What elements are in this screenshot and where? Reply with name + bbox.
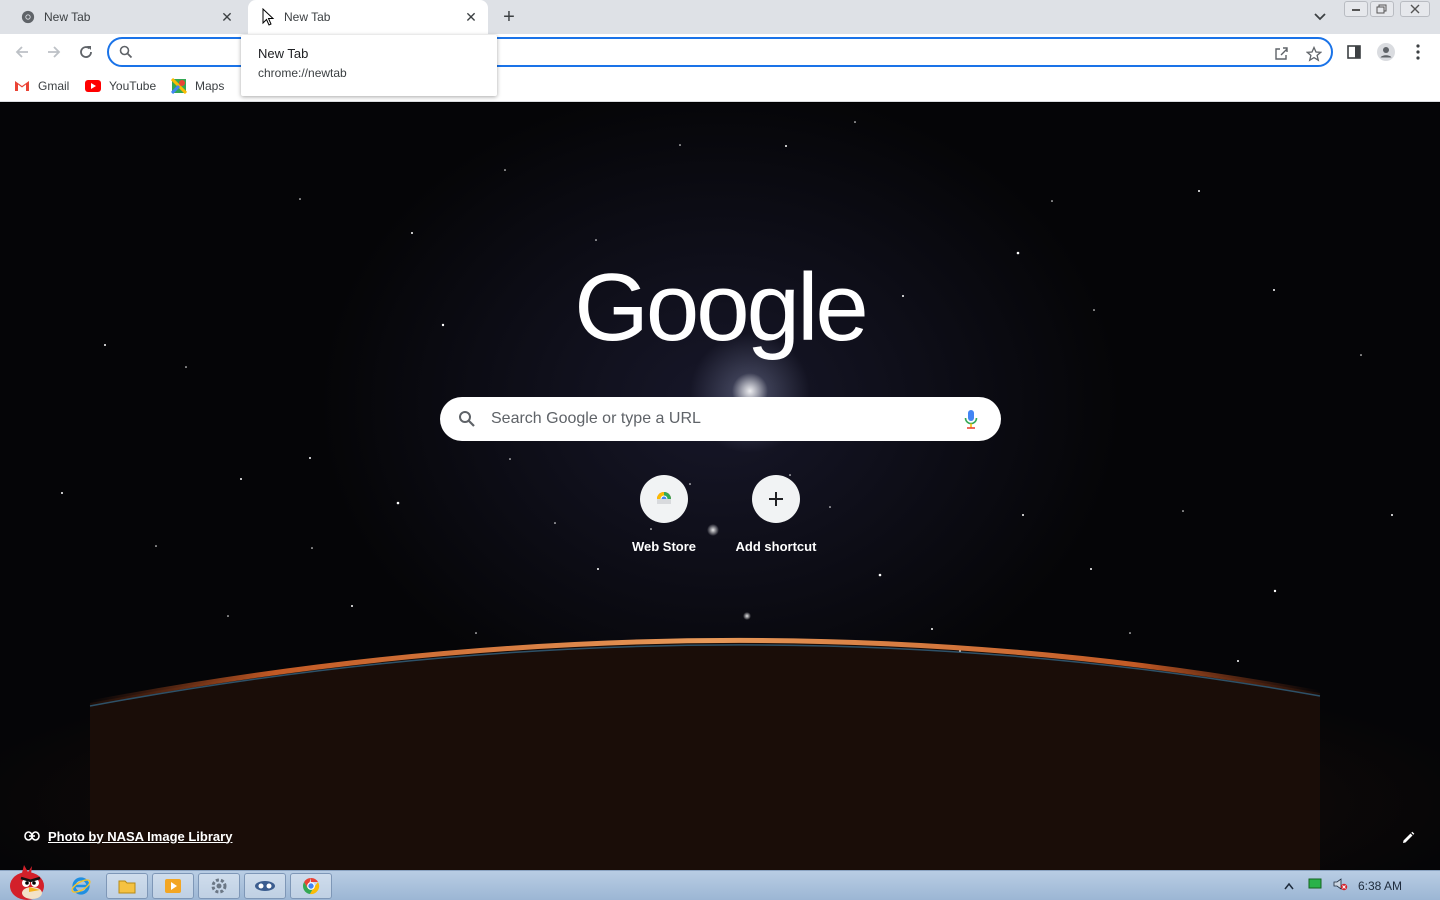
share-icon[interactable] <box>1272 45 1290 63</box>
menu-button[interactable] <box>1408 42 1428 62</box>
chrome-web-store-icon <box>657 492 671 504</box>
taskbar-file-explorer[interactable] <box>106 873 148 899</box>
tab-1[interactable]: New Tab ✕ <box>8 0 244 34</box>
tab-hover-card: New Tab chrome://newtab <box>241 35 497 96</box>
bookmark-star-icon[interactable] <box>1305 45 1323 63</box>
maps-icon <box>171 78 187 94</box>
tab-title: New Tab <box>284 10 331 24</box>
start-button[interactable] <box>2 863 50 900</box>
angry-birds-start-icon <box>10 865 44 900</box>
shortcut-web-store[interactable]: Web Store <box>608 475 720 565</box>
search-placeholder: Search Google or type a URL <box>491 410 701 427</box>
minimize-button[interactable] <box>1344 1 1368 17</box>
taskbar-internet-explorer[interactable] <box>60 873 102 899</box>
shortcut-label: Add shortcut <box>735 539 817 554</box>
hover-card-url: chrome://newtab <box>258 66 347 80</box>
chrome-icon <box>302 877 320 895</box>
link-icon <box>24 831 40 841</box>
forward-button[interactable] <box>42 40 66 64</box>
toolbar <box>0 34 1440 70</box>
chevron-down-icon <box>1314 13 1326 21</box>
taskbar-app[interactable] <box>244 873 286 899</box>
bookmark-gmail[interactable]: Gmail <box>14 76 69 96</box>
gmail-icon <box>14 78 30 94</box>
search-icon <box>458 410 476 433</box>
profile-button[interactable] <box>1376 42 1396 62</box>
taskbar-chrome[interactable] <box>290 873 332 899</box>
side-panel-icon <box>1347 45 1361 59</box>
bookmark-label: Maps <box>195 79 225 93</box>
shortcut-tile <box>752 475 800 523</box>
close-icon <box>1410 4 1420 14</box>
system-tray <box>1284 871 1348 900</box>
taskbar: 6:38 AM <box>0 865 1440 900</box>
pencil-icon <box>1403 831 1415 843</box>
chrome-icon <box>20 9 36 25</box>
chevron-up-icon <box>1284 882 1294 890</box>
attribution-text: Photo by NASA Image Library <box>48 828 233 844</box>
photo-attribution-link[interactable]: Photo by NASA Image Library <box>24 826 232 846</box>
shortcut-label: Web Store <box>631 539 697 554</box>
media-player-icon <box>165 879 181 893</box>
show-hidden-icons-button[interactable] <box>1284 877 1294 895</box>
side-panel-button[interactable] <box>1344 42 1364 62</box>
youtube-icon <box>85 78 101 94</box>
shortcut-tile <box>640 475 688 523</box>
tab-2[interactable]: New Tab ✕ <box>248 0 488 34</box>
back-button[interactable] <box>10 40 34 64</box>
reload-button[interactable] <box>74 40 98 64</box>
close-tab-button[interactable]: ✕ <box>218 8 236 26</box>
minimize-icon <box>1352 9 1360 11</box>
bookmark-label: Gmail <box>38 79 70 93</box>
network-icon[interactable] <box>1308 877 1322 895</box>
bookmark-youtube[interactable]: YouTube <box>85 76 156 96</box>
ntp-search-box[interactable]: Search Google or type a URL <box>440 397 1001 441</box>
volume-muted-icon[interactable] <box>1332 877 1348 896</box>
voice-search-icon[interactable] <box>960 408 982 430</box>
bookmark-label: YouTube <box>109 79 157 93</box>
taskbar-settings[interactable] <box>198 873 240 899</box>
google-logo: Google <box>574 254 869 361</box>
more-vert-icon <box>1416 44 1420 60</box>
tab-title: New Tab <box>44 10 91 24</box>
window-close-button[interactable] <box>1400 1 1430 17</box>
reload-icon <box>80 46 92 58</box>
app-icon <box>255 881 275 891</box>
file-explorer-icon <box>118 880 136 894</box>
settings-icon <box>211 878 227 894</box>
back-arrow-icon <box>15 46 28 58</box>
customize-button[interactable] <box>1398 828 1418 848</box>
tab-search-button[interactable] <box>1310 7 1330 27</box>
bookmarks-bar: Gmail YouTube Maps <box>0 70 1440 102</box>
restore-icon <box>1376 4 1387 14</box>
close-tab-button[interactable]: ✕ <box>462 8 480 26</box>
clock[interactable]: 6:38 AM <box>1358 879 1402 893</box>
loading-cursor-icon <box>260 8 276 26</box>
bookmark-maps[interactable]: Maps <box>171 76 224 96</box>
plus-icon <box>769 492 783 506</box>
forward-arrow-icon <box>48 46 61 58</box>
search-icon <box>119 45 133 64</box>
tab-strip: New Tab ✕ New Tab ✕ + <box>0 0 1440 34</box>
avatar-icon <box>1377 43 1395 61</box>
internet-explorer-icon <box>71 877 91 895</box>
new-tab-page: Google Search Google or type a URL Web S… <box>0 103 1440 870</box>
shortcut-add[interactable]: Add shortcut <box>720 475 832 565</box>
taskbar-media-player[interactable] <box>152 873 194 899</box>
hover-card-title: New Tab <box>258 46 309 61</box>
restore-button[interactable] <box>1370 1 1394 17</box>
new-tab-button[interactable]: + <box>498 6 520 28</box>
